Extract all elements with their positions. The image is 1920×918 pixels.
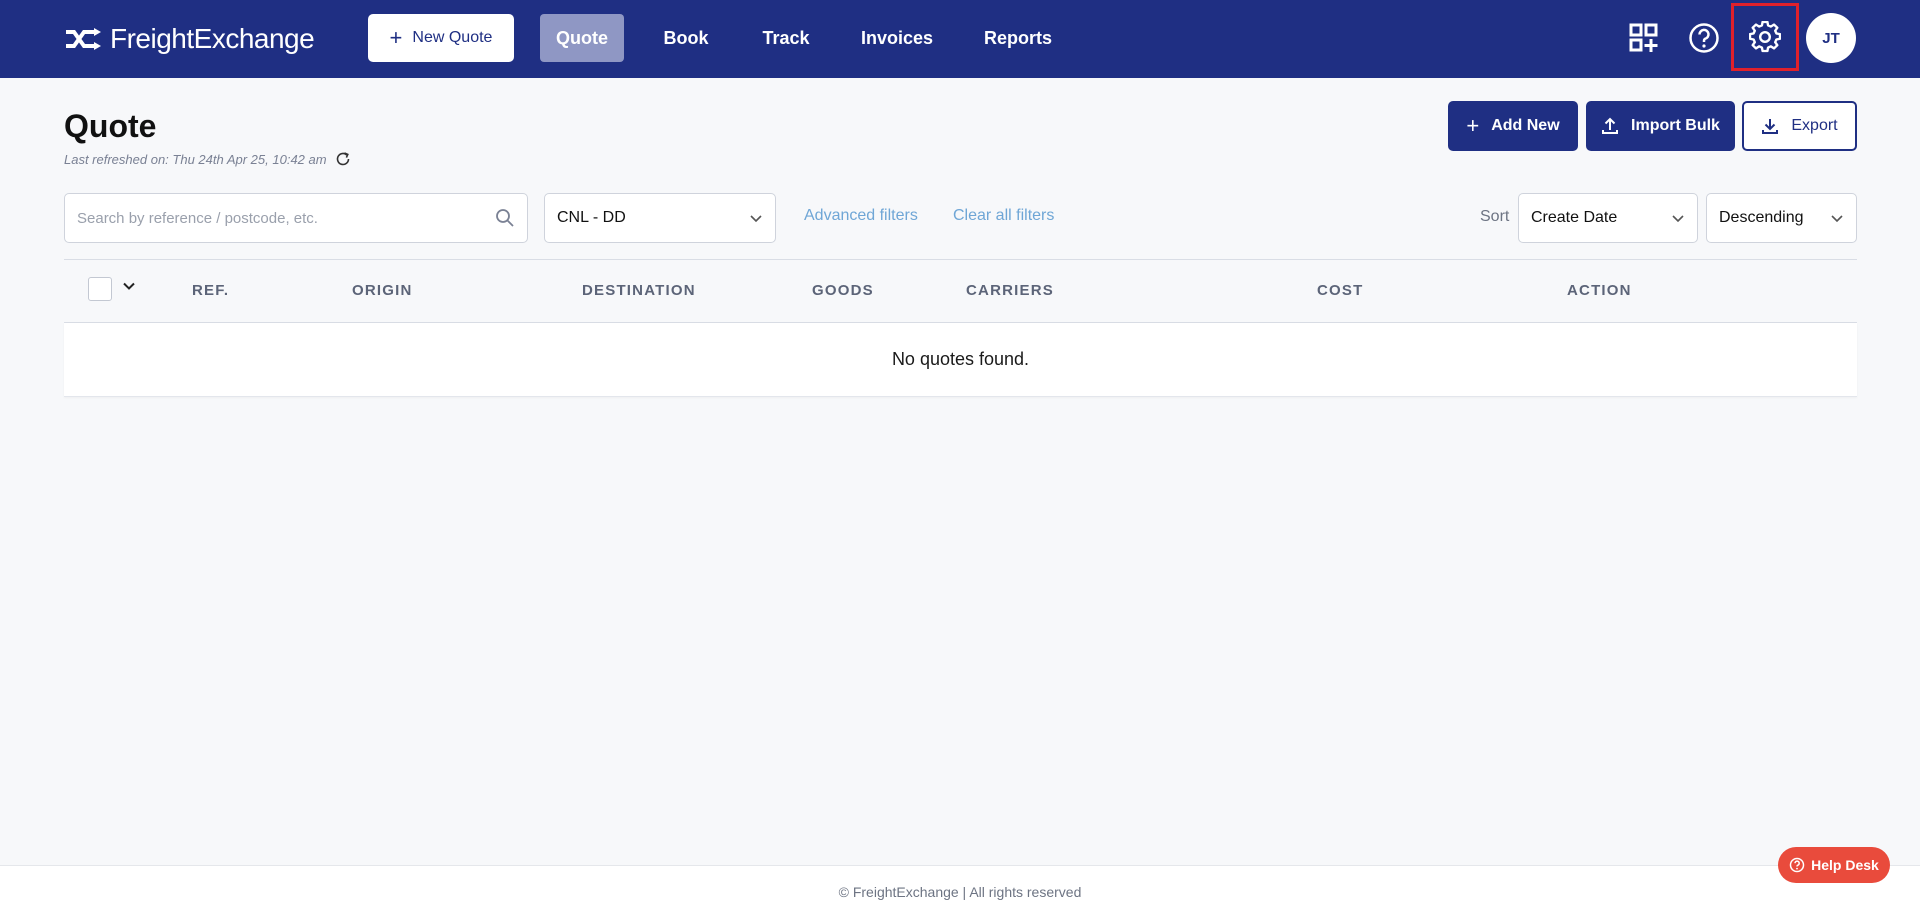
sort-by-value: Create Date	[1531, 209, 1618, 226]
chevron-down-icon	[1831, 215, 1843, 223]
help-circle-icon	[1789, 857, 1805, 873]
page-title: Quote	[64, 108, 157, 144]
import-bulk-button[interactable]: Import Bulk	[1586, 101, 1735, 151]
new-quote-label: New Quote	[412, 29, 493, 46]
nav-tab-invoices[interactable]: Invoices	[854, 14, 940, 62]
refresh-icon[interactable]	[335, 151, 351, 167]
column-header-destination[interactable]: DESTINATION	[582, 282, 696, 299]
nav-tab-book[interactable]: Book	[648, 14, 724, 62]
brand-name: FreightExchange	[110, 23, 315, 54]
advanced-filters-link[interactable]: Advanced filters	[804, 207, 918, 225]
export-button[interactable]: Export	[1742, 101, 1857, 151]
sort-order-value: Descending	[1719, 209, 1804, 226]
help-desk-button[interactable]: Help Desk	[1778, 847, 1890, 883]
new-quote-button[interactable]: + New Quote	[368, 14, 514, 62]
top-navigation-bar: FreightExchange + New Quote Quote Book T…	[0, 0, 1920, 78]
nav-tab-quote[interactable]: Quote	[540, 14, 624, 62]
sort-by-select[interactable]: Create Date	[1518, 193, 1698, 243]
user-avatar[interactable]: JT	[1806, 13, 1856, 63]
settings-gear-button[interactable]	[1731, 3, 1799, 71]
column-header-origin[interactable]: ORIGIN	[352, 282, 413, 299]
plus-icon: +	[1466, 113, 1480, 138]
column-header-carriers[interactable]: CARRIERS	[966, 282, 1054, 299]
add-new-label: Add New	[1491, 117, 1560, 134]
empty-table-message: No quotes found.	[64, 323, 1857, 397]
clear-filters-link[interactable]: Clear all filters	[953, 207, 1054, 225]
apps-add-icon[interactable]	[1624, 18, 1664, 58]
location-select-value: CNL - DD	[557, 209, 626, 226]
copyright-text: © FreightExchange | All rights reserved	[838, 884, 1082, 900]
chevron-down-icon[interactable]	[122, 279, 136, 293]
column-header-cost[interactable]: COST	[1317, 282, 1363, 299]
last-refreshed: Last refreshed on: Thu 24th Apr 25, 10:4…	[64, 151, 351, 167]
help-desk-label: Help Desk	[1811, 857, 1879, 873]
help-circle-icon[interactable]	[1684, 18, 1724, 58]
footer: © FreightExchange | All rights reserved	[0, 865, 1920, 918]
chevron-down-icon	[750, 215, 762, 223]
search-icon[interactable]	[495, 208, 515, 228]
nav-tab-track[interactable]: Track	[748, 14, 824, 62]
location-select[interactable]: CNL - DD	[544, 193, 776, 243]
column-header-action: ACTION	[1567, 282, 1632, 299]
gear-icon	[1749, 21, 1781, 53]
plus-icon: +	[389, 25, 403, 50]
brand-logo[interactable]: FreightExchange	[64, 22, 315, 56]
search-box	[64, 193, 528, 243]
import-bulk-label: Import Bulk	[1631, 117, 1720, 134]
sort-label: Sort	[1480, 208, 1510, 225]
table-header: REF. ORIGIN DESTINATION GOODS CARRIERS C…	[64, 259, 1857, 323]
column-header-goods[interactable]: GOODS	[812, 282, 874, 299]
sort-order-select[interactable]: Descending	[1706, 193, 1857, 243]
nav-tab-reports[interactable]: Reports	[976, 14, 1060, 62]
select-all-checkbox[interactable]	[88, 277, 112, 301]
last-refreshed-text: Last refreshed on: Thu 24th Apr 25, 10:4…	[64, 151, 327, 167]
upload-icon	[1602, 117, 1619, 134]
search-input[interactable]	[77, 209, 495, 227]
add-new-button[interactable]: + Add New	[1448, 101, 1578, 151]
column-header-ref[interactable]: REF.	[192, 282, 229, 299]
export-label: Export	[1791, 117, 1838, 134]
chevron-down-icon	[1672, 215, 1684, 223]
shuffle-logo-icon	[66, 28, 101, 50]
download-icon	[1762, 119, 1779, 134]
